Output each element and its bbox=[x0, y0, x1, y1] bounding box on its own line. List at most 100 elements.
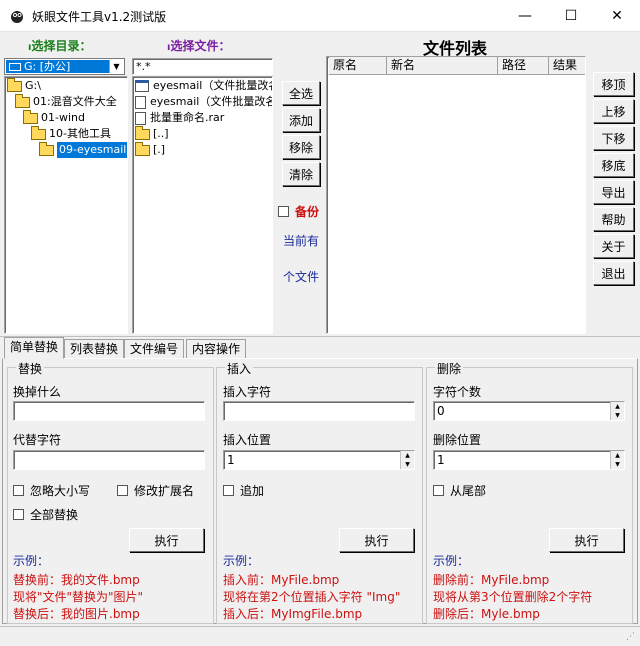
drive-combo[interactable]: G: [办公] ▼ bbox=[4, 58, 125, 75]
tab-file-number[interactable]: 文件编号 bbox=[124, 339, 185, 359]
current-count-line2: 个文件 bbox=[283, 270, 320, 284]
modify-ext-checkbox[interactable]: 修改扩展名 bbox=[117, 482, 194, 499]
resize-grip-icon[interactable]: ⋰ bbox=[626, 632, 638, 644]
replace-example-1: 替换前：我的文件.bmp bbox=[13, 573, 140, 587]
stepper-arrows-icon[interactable]: ▲ ▼ bbox=[610, 402, 624, 420]
ignore-case-box[interactable] bbox=[13, 485, 24, 496]
column-header[interactable]: 原名 bbox=[329, 57, 387, 75]
add-button[interactable]: 添加 bbox=[282, 108, 320, 132]
ignore-case-checkbox[interactable]: 忽略大小写 bbox=[13, 482, 90, 499]
export-button[interactable]: 导出 bbox=[593, 180, 634, 204]
folder-icon bbox=[31, 125, 46, 140]
folder-icon bbox=[15, 93, 30, 108]
dir-tree-item[interactable]: 01:混音文件大全 bbox=[15, 93, 117, 110]
clear-button[interactable]: 清除 bbox=[282, 162, 320, 186]
minimize-button[interactable]: — bbox=[502, 0, 548, 31]
stepper-arrows-icon[interactable]: ▲ ▼ bbox=[400, 451, 414, 469]
replace-all-box[interactable] bbox=[13, 509, 24, 520]
column-header[interactable]: 新名 bbox=[387, 57, 498, 75]
from-end-box[interactable] bbox=[433, 485, 444, 496]
backup-checkbox[interactable]: 备份 bbox=[278, 203, 319, 220]
folder-icon bbox=[7, 77, 22, 92]
dir-tree-item[interactable]: G:\ bbox=[7, 77, 41, 94]
exit-button[interactable]: 退出 bbox=[593, 261, 634, 285]
minimize-icon: — bbox=[518, 7, 532, 24]
dir-tree-item-label: G:\ bbox=[25, 79, 41, 92]
delete-pos-label: 删除位置 bbox=[433, 433, 482, 447]
insert-pos-stepper[interactable]: 1 ▲ ▼ bbox=[223, 450, 415, 470]
remove-button[interactable]: 移除 bbox=[282, 135, 320, 159]
replace-example-3: 替换后：我的图片.bmp bbox=[13, 607, 140, 621]
app-window-icon bbox=[135, 80, 149, 92]
help-button[interactable]: 帮助 bbox=[593, 207, 634, 231]
title-bar: 妖眼文件工具v1.2测试版 — ☐ ✕ bbox=[0, 0, 640, 32]
dir-tree-item-label: 10-其他工具 bbox=[49, 127, 111, 140]
backup-checkbox-box[interactable] bbox=[278, 206, 289, 217]
file-list-item[interactable]: 批量重命名.rar bbox=[135, 110, 224, 126]
replace-example-2: 现将"文件"替换为"图片" bbox=[13, 590, 144, 604]
drive-icon bbox=[9, 63, 21, 71]
find-input[interactable] bbox=[13, 401, 205, 421]
tab-list-replace[interactable]: 列表替换 bbox=[64, 339, 125, 359]
replace-all-checkbox[interactable]: 全部替换 bbox=[13, 506, 78, 523]
insert-example-1: 插入前：MyFile.bmp bbox=[223, 573, 340, 587]
file-listbox[interactable]: eyesmail（文件批量改名 eyesmail（文件批量改名 批量重命名.rar [… bbox=[132, 76, 273, 334]
column-header[interactable]: 路径 bbox=[498, 57, 549, 75]
select-file-label: ı选择文件： bbox=[167, 39, 231, 53]
file-list-item[interactable]: [.] bbox=[135, 141, 166, 158]
replace-group-title: 替换 bbox=[16, 360, 45, 377]
folder-icon bbox=[23, 109, 38, 124]
dir-tree-item[interactable]: 09-eyesmail（文件 bbox=[39, 141, 127, 158]
folder-icon bbox=[39, 141, 54, 156]
dir-tree-item-label: 01-wind bbox=[41, 111, 85, 124]
insert-chars-label: 插入字符 bbox=[223, 385, 272, 399]
tab-content-ops[interactable]: 内容操作 bbox=[186, 339, 247, 359]
find-label: 换掉什么 bbox=[13, 385, 62, 399]
append-checkbox[interactable]: 追加 bbox=[223, 482, 264, 499]
insert-chars-input[interactable] bbox=[223, 401, 415, 421]
delete-pos-stepper[interactable]: 1 ▲ ▼ bbox=[433, 450, 625, 470]
replace-with-input[interactable] bbox=[13, 450, 205, 470]
move-top-button[interactable]: 移顶 bbox=[593, 72, 634, 96]
file-icon bbox=[135, 95, 146, 109]
file-list-table[interactable]: 原名 新名 路径 结果 bbox=[326, 56, 586, 334]
column-header[interactable]: 结果 bbox=[549, 57, 585, 75]
delete-execute-button[interactable]: 执行 bbox=[549, 528, 624, 552]
modify-ext-box[interactable] bbox=[117, 485, 128, 496]
dir-tree-item[interactable]: 10-其他工具 bbox=[31, 125, 111, 142]
insert-example-3: 插入后：MyImgFile.bmp bbox=[223, 607, 363, 621]
replace-example-title: 示例： bbox=[13, 554, 50, 568]
insert-example-2: 现将在第2个位置插入字符 "Img" bbox=[223, 590, 401, 604]
move-up-button[interactable]: 上移 bbox=[593, 99, 634, 123]
file-list-item[interactable]: eyesmail（文件批量改名 bbox=[135, 94, 272, 110]
stepper-arrows-icon[interactable]: ▲ ▼ bbox=[610, 451, 624, 469]
append-label: 追加 bbox=[240, 484, 265, 498]
delete-count-label: 字符个数 bbox=[433, 385, 482, 399]
replace-execute-button[interactable]: 执行 bbox=[129, 528, 204, 552]
select-all-button[interactable]: 全选 bbox=[282, 81, 320, 105]
file-list-item[interactable]: eyesmail（文件批量改名 bbox=[135, 78, 272, 94]
file-list-item-label: [.] bbox=[153, 143, 166, 156]
insert-execute-button[interactable]: 执行 bbox=[339, 528, 414, 552]
move-bottom-button[interactable]: 移底 bbox=[593, 153, 634, 177]
delete-example-3: 删除后：Myle.bmp bbox=[433, 607, 540, 621]
from-end-checkbox[interactable]: 从尾部 bbox=[433, 482, 486, 499]
delete-example-2: 现将从第3个位置删除2个字符 bbox=[433, 590, 593, 604]
tab-simple-replace[interactable]: 简单替换 bbox=[4, 337, 65, 359]
dir-tree[interactable]: G:\ 01:混音文件大全 01-wind 10-其他工具 09-eyesmail（文件 bbox=[4, 76, 128, 334]
about-button[interactable]: 关于 bbox=[593, 234, 634, 258]
maximize-button[interactable]: ☐ bbox=[548, 0, 594, 31]
from-end-label: 从尾部 bbox=[450, 484, 487, 498]
delete-count-value: 0 bbox=[437, 404, 445, 418]
file-filter-input[interactable]: *.* bbox=[132, 58, 273, 75]
move-down-button[interactable]: 下移 bbox=[593, 126, 634, 150]
file-list-item[interactable]: [..] bbox=[135, 125, 169, 142]
dir-tree-item[interactable]: 01-wind bbox=[23, 109, 85, 126]
close-button[interactable]: ✕ bbox=[594, 0, 640, 31]
close-icon: ✕ bbox=[611, 7, 623, 24]
chevron-down-icon[interactable]: ▼ bbox=[109, 60, 123, 73]
append-box[interactable] bbox=[223, 485, 234, 496]
insert-example-title: 示例： bbox=[223, 554, 260, 568]
maximize-icon: ☐ bbox=[564, 7, 578, 24]
delete-count-stepper[interactable]: 0 ▲ ▼ bbox=[433, 401, 625, 421]
